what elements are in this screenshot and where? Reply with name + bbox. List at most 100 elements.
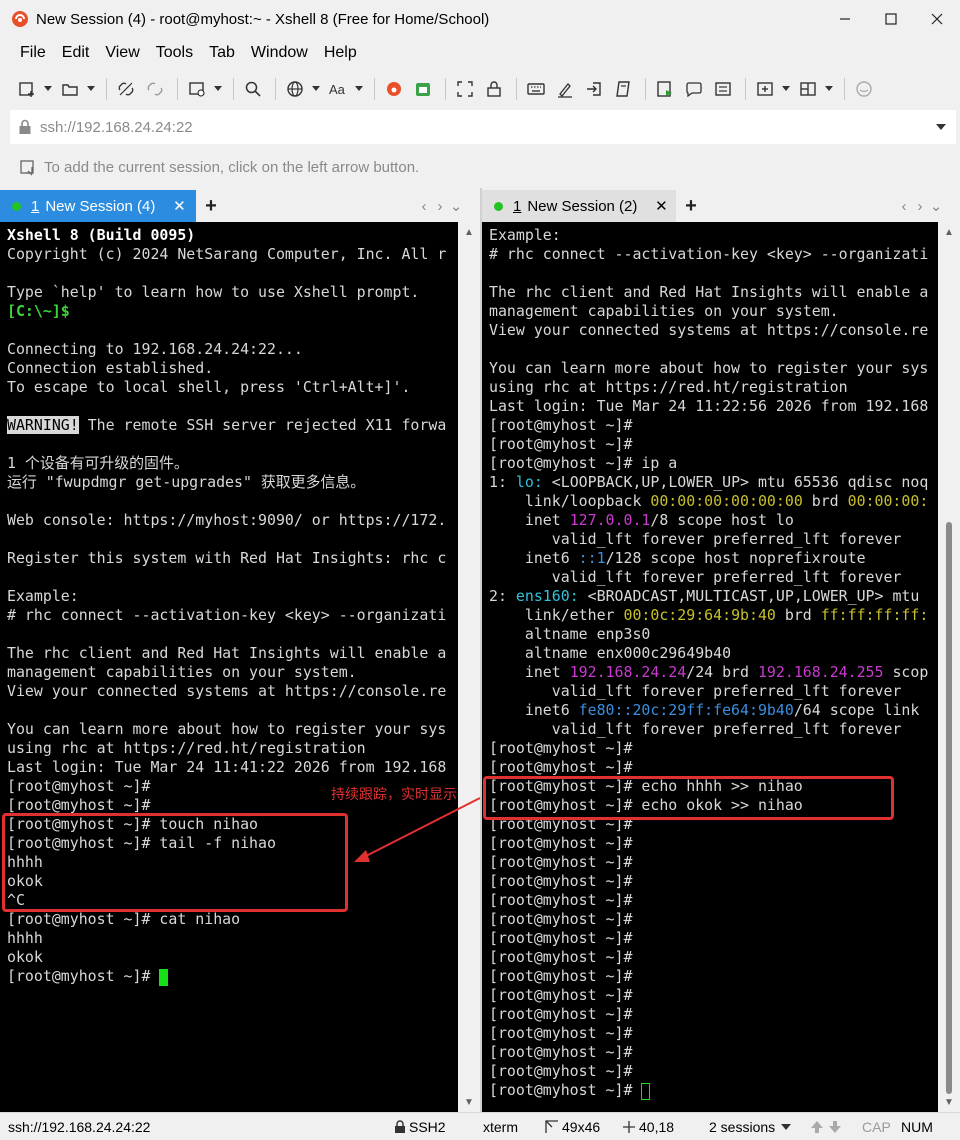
terminal-text: Connection established.	[7, 359, 214, 377]
cursor-label: 40,18	[639, 1119, 675, 1135]
arrow-down-icon	[829, 1121, 841, 1133]
send-icon[interactable]	[581, 76, 607, 102]
terminal-text: /8 scope host lo	[650, 511, 794, 529]
menu-tab[interactable]: Tab	[201, 44, 243, 62]
terminal-line: Copyright (c) 2024 NetSarang Computer, I…	[7, 245, 446, 264]
chevron-down-icon[interactable]	[43, 76, 53, 102]
add-tab-button[interactable]: +	[196, 190, 226, 222]
terminal-line: [root@myhost ~]#	[489, 986, 928, 1005]
chevron-down-icon[interactable]	[926, 123, 956, 131]
menu-view[interactable]: View	[97, 44, 147, 62]
chevron-left-icon[interactable]: ‹	[896, 198, 912, 215]
tab-new-session-2[interactable]: 1 New Session (2) ✕	[482, 190, 676, 222]
terminal-text: Web console: https://myhost:9090/ or htt…	[7, 511, 447, 529]
address-bar[interactable]: ssh://192.168.24.24:22	[10, 110, 956, 144]
chevron-down-icon[interactable]	[86, 76, 96, 102]
minimize-button[interactable]	[822, 0, 868, 38]
xftp-icon[interactable]	[410, 76, 436, 102]
chevron-down-icon[interactable]: ⌄	[928, 197, 944, 215]
chevron-down-icon[interactable]: ⌄	[448, 197, 464, 215]
run-script-icon[interactable]	[652, 76, 678, 102]
terminal-line: [root@myhost ~]#	[489, 834, 928, 853]
terminal-line: [root@myhost ~]# ip a	[489, 454, 928, 473]
right-terminal[interactable]: Example: # rhc connect --activation-key <…	[482, 222, 938, 1112]
scroll-up-icon[interactable]: ▲	[458, 222, 480, 242]
compose-icon[interactable]	[681, 76, 707, 102]
close-icon[interactable]: ✕	[653, 197, 669, 215]
close-button[interactable]	[914, 0, 960, 38]
terminal-line: Register this system with Red Hat Insigh…	[7, 549, 446, 568]
chat-icon[interactable]	[851, 76, 877, 102]
chevron-down-icon[interactable]	[824, 76, 834, 102]
font-icon[interactable]: Aa	[325, 76, 351, 102]
terminal-line: altname enp3s0	[489, 625, 928, 644]
terminal-line: inet 192.168.24.24/24 brd 192.168.24.255…	[489, 663, 928, 682]
disconnect-icon[interactable]	[113, 76, 139, 102]
menu-bar: File Edit View Tools Tab Window Help	[0, 38, 960, 68]
chevron-down-icon[interactable]	[354, 76, 364, 102]
menu-window[interactable]: Window	[243, 44, 316, 62]
chevron-right-icon[interactable]: ›	[912, 198, 928, 215]
terminal-text: Copyright (c) 2024 NetSarang Computer, I…	[7, 245, 447, 263]
menu-file[interactable]: File	[12, 44, 54, 62]
new-tab-group-icon[interactable]	[752, 76, 778, 102]
terminal-text: valid_lft forever preferred_lft forever	[489, 720, 902, 738]
left-terminal[interactable]: Xshell 8 (Build 0095) Copyright (c) 2024 …	[0, 222, 458, 1112]
maximize-button[interactable]	[868, 0, 914, 38]
terminal-text: [root@myhost ~]#	[489, 1062, 633, 1080]
session-hint-bar: To add the current session, click on the…	[0, 150, 960, 184]
keyboard-icon[interactable]	[523, 76, 549, 102]
reconnect-icon[interactable]	[142, 76, 168, 102]
terminal-text: inet	[489, 663, 570, 681]
layout-icon[interactable]	[795, 76, 821, 102]
terminal-line: Xshell 8 (Build 0095)	[7, 226, 446, 245]
fullscreen-icon[interactable]	[452, 76, 478, 102]
terminal-text: 1 个设备有可升级的固件。	[7, 454, 189, 472]
left-scrollbar[interactable]: ▲ ▼	[458, 222, 480, 1112]
terminal-line: Type `help' to learn how to use Xshell p…	[7, 283, 446, 302]
terminal-text: [root@myhost ~]# ip a	[489, 454, 678, 472]
scroll-down-icon[interactable]: ▼	[938, 1092, 960, 1112]
right-scrollbar[interactable]: ▲ ▼	[938, 222, 960, 1112]
title-bar: New Session (4) - root@myhost:~ - Xshell…	[0, 0, 960, 38]
scrollbar-thumb[interactable]	[946, 522, 952, 1094]
close-icon[interactable]: ✕	[171, 197, 187, 215]
compose-bar-icon[interactable]	[710, 76, 736, 102]
terminal-line: The rhc client and Red Hat Insights will…	[7, 644, 446, 663]
terminal-text: [root@myhost ~]#	[489, 1081, 642, 1099]
terminal-text: valid_lft forever preferred_lft forever	[489, 568, 902, 586]
menu-edit[interactable]: Edit	[54, 44, 98, 62]
terminal-text: link/loopback	[489, 492, 651, 510]
menu-help[interactable]: Help	[316, 44, 365, 62]
terminal-text: View your connected systems at https://c…	[489, 321, 929, 339]
terminal-text: valid_lft forever preferred_lft forever	[489, 530, 902, 548]
chevron-down-icon[interactable]	[213, 76, 223, 102]
search-icon[interactable]	[240, 76, 266, 102]
menu-tools[interactable]: Tools	[148, 44, 201, 62]
terminal-text: [root@myhost ~]#	[489, 853, 633, 871]
open-folder-icon[interactable]	[57, 76, 83, 102]
add-session-icon[interactable]	[18, 157, 38, 177]
address-input[interactable]: ssh://192.168.24.24:22	[40, 119, 926, 136]
chevron-left-icon[interactable]: ‹	[416, 198, 432, 215]
status-num: NUM	[901, 1119, 933, 1135]
highlight-icon[interactable]	[552, 76, 578, 102]
terminal-line: 1 个设备有可升级的固件。	[7, 454, 446, 473]
session-window-icon[interactable]	[184, 76, 210, 102]
globe-icon[interactable]	[282, 76, 308, 102]
tab-new-session-4[interactable]: 1 New Session (4) ✕	[0, 190, 196, 222]
chevron-down-icon[interactable]	[311, 76, 321, 102]
script-icon[interactable]	[610, 76, 636, 102]
add-tab-button[interactable]: +	[676, 190, 706, 222]
new-session-icon[interactable]	[14, 76, 40, 102]
terminal-text: management capabilities on your system.	[7, 663, 357, 681]
annotation-box-right	[483, 776, 894, 820]
status-sessions[interactable]: 2 sessions	[709, 1113, 792, 1140]
chevron-right-icon[interactable]: ›	[432, 198, 448, 215]
terminal-text: [root@myhost ~]#	[489, 986, 633, 1004]
chevron-down-icon[interactable]	[781, 76, 791, 102]
scroll-down-icon[interactable]: ▼	[458, 1092, 480, 1112]
xshell-icon[interactable]	[381, 76, 407, 102]
lock-icon[interactable]	[481, 76, 507, 102]
scroll-up-icon[interactable]: ▲	[938, 222, 960, 242]
